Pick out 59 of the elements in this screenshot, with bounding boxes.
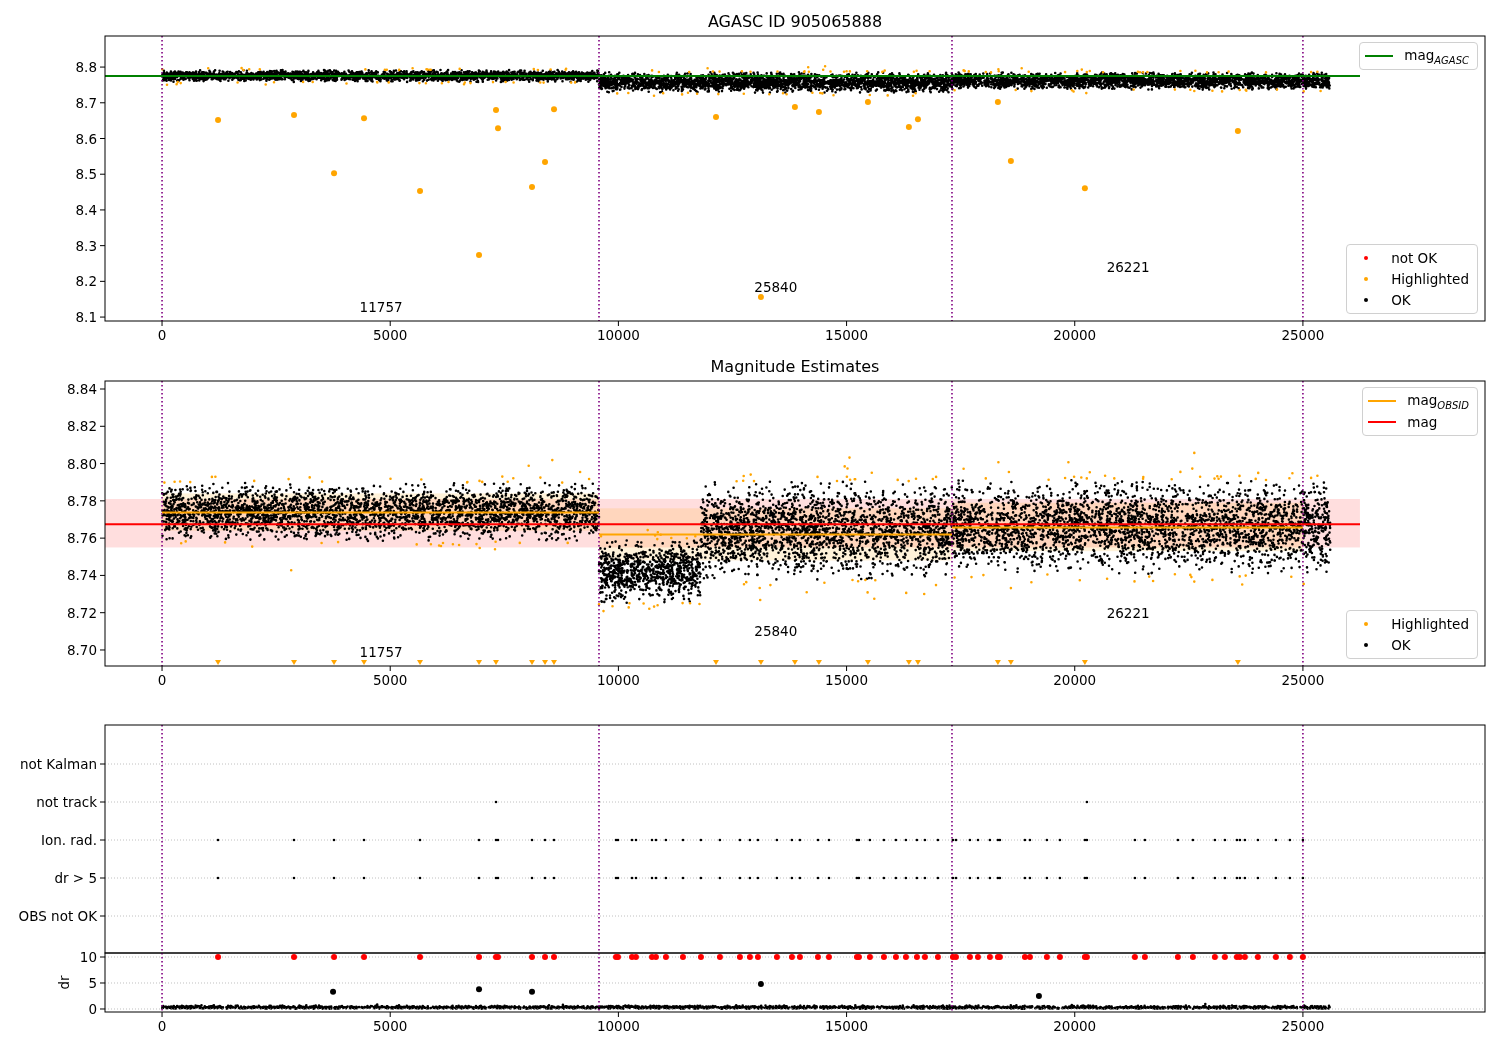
x-tick-label: 15000 xyxy=(825,327,869,344)
x-tick-label: 25000 xyxy=(1281,327,1325,344)
y-tick-label: 10 xyxy=(79,949,97,965)
y-tick-label: 8.1 xyxy=(75,309,97,326)
legend-label: OK xyxy=(1391,292,1411,308)
y-tick-label: 8.74 xyxy=(66,567,97,584)
chart-title: AGASC ID 905065888 xyxy=(707,11,883,31)
chart-title: Magnitude Estimates xyxy=(710,356,880,376)
legend-label: mag$_{OBSID}$ xyxy=(1407,391,1469,411)
row-label: not Kalman xyxy=(19,756,97,772)
y-tick-label: 8.84 xyxy=(66,381,97,397)
x-tick-label: 15000 xyxy=(825,1018,869,1035)
obsid-label: 25840 xyxy=(754,279,798,296)
x-tick-label: 5000 xyxy=(373,1018,408,1035)
y-tick-label: 8.4 xyxy=(75,201,97,218)
x-tick-label: 10000 xyxy=(596,1018,640,1035)
x-tick-label: 10000 xyxy=(596,327,640,344)
y-tick-label: 8.3 xyxy=(75,237,97,254)
obsid-label: 26221 xyxy=(1106,259,1150,276)
y-tick-label: 8.8 xyxy=(75,59,97,76)
legend-label: Highlighted xyxy=(1391,271,1469,287)
y-tick-label: 0 xyxy=(88,1001,97,1017)
y-tick-label: 8.2 xyxy=(75,273,97,290)
obsid-label: 26221 xyxy=(1106,604,1150,621)
y-tick-label: 8.82 xyxy=(66,418,97,435)
y-tick-label: 8.5 xyxy=(75,166,97,183)
x-tick-label: 20000 xyxy=(1053,327,1097,344)
legend-label: not OK xyxy=(1391,250,1438,266)
legend-label: mag$_{AGASC}$ xyxy=(1404,46,1469,66)
x-tick-label: 5000 xyxy=(373,327,408,344)
row-label: not track xyxy=(36,794,97,810)
row-label: Ion. rad. xyxy=(40,832,97,848)
x-tick-label: 5000 xyxy=(373,672,408,689)
y-tick-label: 8.70 xyxy=(66,641,97,658)
y-tick-label: 8.7 xyxy=(75,94,97,111)
x-tick-label: 20000 xyxy=(1053,672,1097,689)
x-tick-label: 0 xyxy=(157,672,167,689)
legend-label: Highlighted xyxy=(1391,616,1469,632)
x-tick-label: 20000 xyxy=(1053,1018,1097,1035)
x-tick-label: 10000 xyxy=(596,672,640,689)
obsid-label: 11757 xyxy=(359,643,403,660)
row-label: OBS not OK xyxy=(18,908,97,924)
x-tick-label: 0 xyxy=(157,327,167,344)
y-tick-label: 5 xyxy=(88,975,97,991)
x-tick-label: 25000 xyxy=(1281,672,1325,689)
legend-label: OK xyxy=(1391,637,1411,653)
x-tick-label: 0 xyxy=(157,1018,167,1035)
y-tick-label: 8.76 xyxy=(66,530,97,547)
axis-label: dr xyxy=(56,975,72,990)
obsid-label: 25840 xyxy=(754,623,798,640)
obsid-label: 11757 xyxy=(359,299,403,316)
row-label: dr > 5 xyxy=(54,870,97,886)
x-tick-label: 25000 xyxy=(1281,1018,1325,1035)
y-tick-label: 8.6 xyxy=(75,130,97,147)
x-tick-label: 15000 xyxy=(825,672,869,689)
legend-label: mag xyxy=(1407,414,1438,430)
y-tick-label: 8.78 xyxy=(66,492,97,509)
y-tick-label: 8.72 xyxy=(66,604,97,621)
y-tick-label: 8.80 xyxy=(66,455,97,472)
